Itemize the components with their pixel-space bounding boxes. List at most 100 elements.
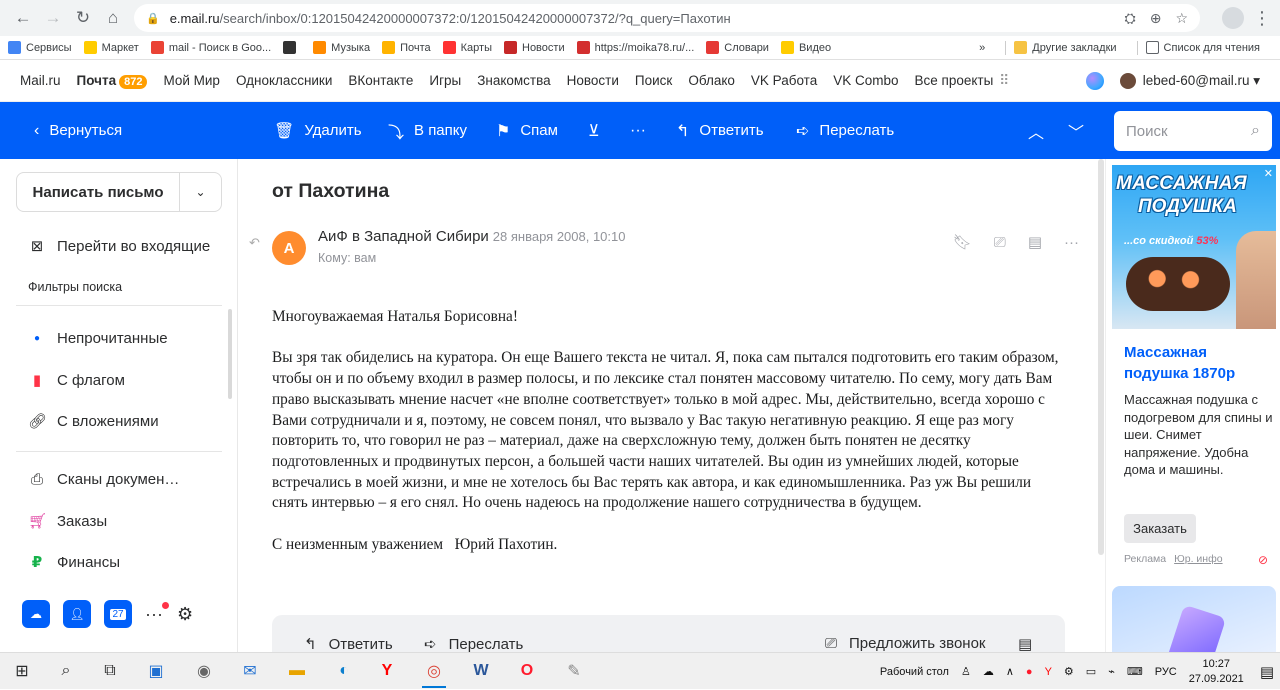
reload-icon[interactable]: ↻ [68,3,98,33]
other-bookmarks[interactable]: Другие закладки [1014,41,1117,54]
calendar-app-icon[interactable]: 27 [104,600,132,628]
windows-start-icon[interactable]: ⊞ [8,657,36,685]
next-letter-button[interactable]: ﹀ [1068,102,1084,159]
search-icon[interactable]: ⌕ [1251,122,1260,140]
video-call-icon[interactable]: ⎚ [994,234,1006,251]
ad-image[interactable]: МАССАЖНАЯ ПОДУШКА ...со скидкой 53% ✕ [1112,165,1276,329]
settings-tray-icon[interactable]: ⚙ [1064,665,1074,678]
show-hidden-icons-icon[interactable]: ∧ [1006,665,1014,678]
desktop-toolbar-label[interactable]: Рабочий стол [880,666,949,678]
people-icon[interactable]: ♙ [961,665,971,678]
bookmark-item[interactable]: Маркет [83,41,139,54]
portal-link-vk[interactable]: ВКонтакте [348,73,413,88]
profile-avatar[interactable] [1222,7,1244,29]
home-icon[interactable]: ⌂ [98,3,128,33]
suggest-call-button[interactable]: ⎚ Предложить звонок [825,635,985,652]
media-player-icon[interactable]: ▣ [142,657,170,685]
disk-app-icon[interactable]: ◉ [190,657,218,685]
ad-mark-icon[interactable]: ⊘ [1258,553,1268,567]
back-button[interactable]: ‹ Вернуться [34,102,122,159]
bookmark-item[interactable]: Почта [382,41,431,54]
keyboard-icon[interactable]: ⌨ [1127,665,1143,678]
more-dots-icon[interactable]: ··· [1064,234,1079,251]
calendar-icon[interactable]: ▤ [1028,233,1042,251]
ad-legal-link[interactable]: Юр. инфо [1174,553,1222,565]
sidebar-scrollbar[interactable] [228,309,232,399]
address-bar[interactable]: 🔒 e.mail.ru/search/inbox/0:1201504242000… [134,4,1200,32]
more-apps-icon[interactable]: ··· [145,601,169,625]
portal-link-cloud[interactable]: Облако [688,73,735,88]
folder-finance[interactable]: ₽ Финансы [28,553,120,572]
more-button[interactable]: ··· [630,102,646,159]
bookmark-icon[interactable]: 🔖︎ [953,233,972,251]
portal-link-search[interactable]: Поиск [635,73,672,88]
search-icon[interactable]: ⌕ [52,657,80,685]
url-text[interactable]: e.mail.ru/search/inbox/0:120150424200000… [170,11,1111,26]
settings-gear-icon[interactable]: ⚙ [177,604,193,625]
folder-scans[interactable]: ⎙ Сканы докумен… [28,471,179,488]
filter-flagged[interactable]: ▮ С флагом [28,371,125,390]
ad-order-button[interactable]: Заказать [1124,514,1196,543]
task-view-icon[interactable]: ⧉ [96,657,124,685]
kebab-menu-icon[interactable]: ⋮ [1252,8,1272,29]
star-icon[interactable]: ☆ [1175,10,1188,27]
language-indicator[interactable]: РУС [1155,666,1177,678]
bookmark-item[interactable]: Новости [504,41,565,54]
word-app-icon[interactable]: W [467,657,495,685]
portal-link-myworld[interactable]: Мой Мир [163,73,220,88]
notifications-icon[interactable]: ▤ [1260,663,1274,681]
quick-forward-button[interactable]: ➪ Переслать [424,635,523,654]
recipient-line[interactable]: Кому: вам [318,251,376,265]
translate-icon[interactable]: ⛭ [1125,10,1136,27]
bookmark-item[interactable]: https://moika78.ru/... [576,41,694,54]
move-to-folder-button[interactable]: ⤵ В папку [388,102,467,159]
filter-unread[interactable]: ● Непрочитанные [28,330,168,347]
filter-attachments[interactable]: 🔗︎ С вложениями [28,412,159,431]
portal-link-mail[interactable]: Почта 872 [77,73,148,89]
zoom-icon[interactable]: ⊕ [1150,10,1162,27]
user-menu[interactable]: lebed-60@mail.ru ▾ [1143,73,1260,89]
letter-scrollbar[interactable] [1098,159,1104,555]
ad-title[interactable]: Массажная подушка 1870р [1124,342,1274,384]
bookmark-item[interactable]: Карты [442,41,492,54]
portal-link-vk-jobs[interactable]: VK Работа [751,73,817,88]
spam-button[interactable]: ⚑ Спам [496,102,558,159]
go-to-inbox-link[interactable]: ⊠ Перейти во входящие [28,237,210,256]
search-input[interactable] [1126,122,1252,140]
opera-browser-icon[interactable]: O [513,657,541,685]
contacts-app-icon[interactable]: 👤︎ [63,600,91,628]
portal-link-all-projects[interactable]: Все проекты ⠿ [915,72,1010,89]
paint-app-icon[interactable]: ✎ [560,657,588,685]
bookmarks-overflow[interactable]: » [979,42,985,54]
back-arrow-icon[interactable]: ← [8,3,38,33]
delete-button[interactable]: 🗑︎ Удалить [274,102,362,159]
cloud-app-icon[interactable]: ☁ [22,600,50,628]
chrome-browser-icon[interactable]: ◎ [420,657,448,688]
bookmark-item[interactable]: Музыка [313,41,370,54]
archive-button[interactable]: ⊻ [588,102,600,159]
assistant-orb-icon[interactable] [1085,71,1104,90]
schedule-button[interactable]: ▤ [1018,635,1044,653]
portal-link-mailru[interactable]: Mail.ru [20,73,61,88]
file-explorer-icon[interactable]: ▬ [283,657,311,685]
edge-browser-icon[interactable]: ◐ [330,657,358,685]
bookmark-item[interactable]: Видео [780,41,831,54]
folder-orders[interactable]: 🛒︎ Заказы [28,512,107,531]
ad-close-icon[interactable]: ✕ [1264,167,1273,180]
compose-button[interactable]: Написать письмо [17,173,179,211]
clock[interactable]: 10:27 27.09.2021 [1189,657,1244,687]
compose-dropdown-icon[interactable]: ⌄ [179,173,221,211]
previous-letter-button[interactable]: ︿ [1028,102,1044,159]
bookmark-item[interactable] [283,41,301,54]
yandex-tray-icon[interactable]: Y [1045,666,1052,678]
opera-tray-icon[interactable]: ● [1026,666,1033,678]
reading-list[interactable]: Список для чтения [1145,41,1260,54]
battery-icon[interactable]: ▭ [1086,665,1096,678]
portal-link-news[interactable]: Новости [567,73,619,88]
forward-button[interactable]: ➪ Переслать [796,102,894,159]
bookmark-item[interactable]: Сервисы [8,41,72,54]
user-avatar[interactable] [1119,72,1136,89]
sender-name[interactable]: АиФ в Западной Сибири [318,228,489,245]
onedrive-icon[interactable]: ☁ [983,665,994,678]
network-icon[interactable]: ⌁ [1108,665,1115,678]
